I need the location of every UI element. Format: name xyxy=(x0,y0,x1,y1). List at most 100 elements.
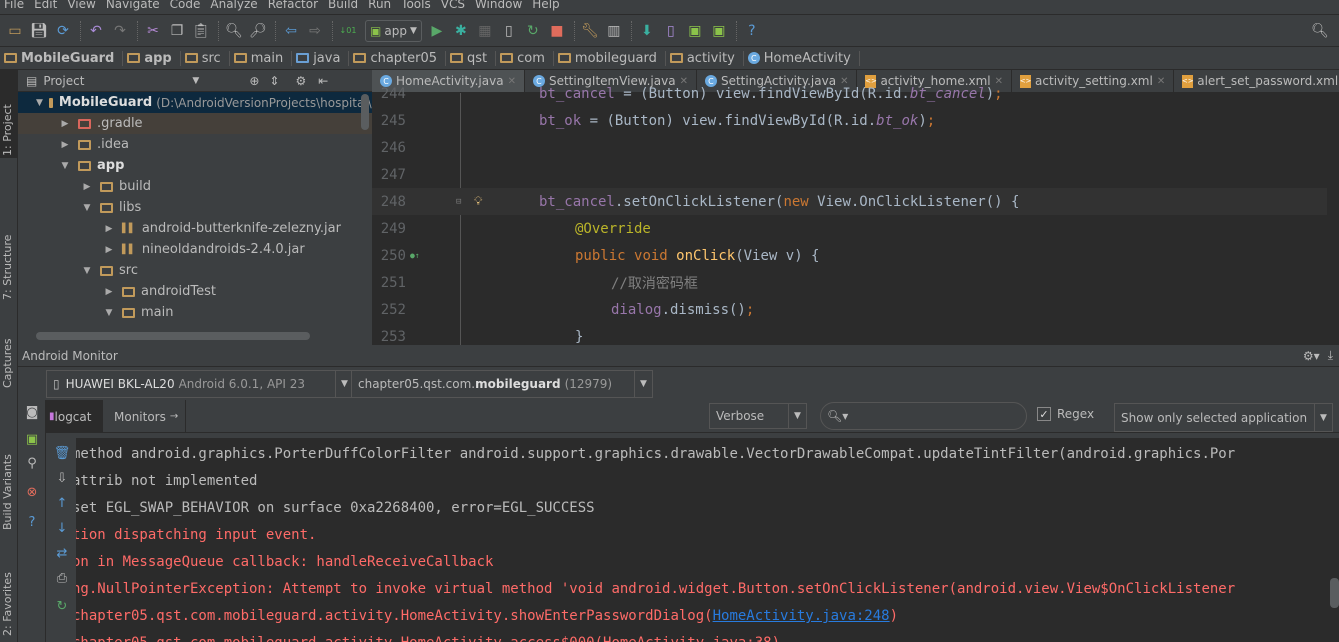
device-icon[interactable]: ▯ xyxy=(498,20,520,42)
project-structure-icon[interactable]: 🔧︎ xyxy=(579,20,601,42)
run-icon[interactable]: ▶ xyxy=(426,20,448,42)
undo-icon[interactable]: ↶ xyxy=(85,20,107,42)
process-select[interactable]: chapter05.qst.com. mobileguard (12979) ▼ xyxy=(351,370,653,398)
replace-icon[interactable]: 🔎︎ xyxy=(247,20,269,42)
menu-build[interactable]: Build xyxy=(324,0,364,13)
forward-icon[interactable]: ⇨ xyxy=(304,20,326,42)
hide-icon[interactable]: ⇤ xyxy=(318,74,328,88)
source-link[interactable]: HomeActivity.java:248 xyxy=(713,608,890,624)
chevron-down-icon[interactable]: ▼ xyxy=(192,76,199,86)
android-icon[interactable]: ▣ xyxy=(708,20,730,42)
print-icon[interactable]: ⎙ xyxy=(51,568,73,588)
tab-monitors[interactable]: Monitors → xyxy=(104,400,186,433)
debug-icon[interactable]: ✱ xyxy=(450,20,472,42)
clear-logcat-icon[interactable]: 🗑︎ xyxy=(51,443,73,463)
tree-item[interactable]: ▶ androidTest xyxy=(18,281,372,302)
collapse-all-icon[interactable]: ⇕ xyxy=(269,74,279,88)
tool-tab-captures[interactable]: Captures xyxy=(1,339,14,388)
hide-panel-icon[interactable]: ⤓ xyxy=(1328,348,1333,363)
copy-icon[interactable]: ❐ xyxy=(166,20,188,42)
fold-icon[interactable]: ⊟ xyxy=(456,197,461,207)
avd-manager-icon[interactable]: ▯ xyxy=(660,20,682,42)
menu-window[interactable]: Window xyxy=(471,0,528,13)
project-view-select[interactable]: Project xyxy=(43,74,84,88)
tree-item[interactable]: ▶ ▌▌ android-butterknife-zelezny.jar xyxy=(18,218,372,239)
menu-edit[interactable]: Edit xyxy=(30,0,63,13)
find-icon[interactable]: 🔍︎ xyxy=(223,20,245,42)
tree-item[interactable]: ▼ libs xyxy=(18,197,372,218)
intention-bulb-icon[interactable]: 💡︎ xyxy=(474,194,482,209)
menu-navigate[interactable]: Navigate xyxy=(102,0,166,13)
apply-changes-icon[interactable]: ↻ xyxy=(522,20,544,42)
tool-tab-build-variants[interactable]: Build Variants xyxy=(1,454,14,530)
expanded-arrow-icon[interactable]: ▼ xyxy=(58,161,72,171)
code-area[interactable]: 244 bt_cancel = (Button) view.findViewByI… xyxy=(372,86,1339,345)
help-icon[interactable]: ? xyxy=(21,512,43,532)
collapsed-arrow-icon[interactable]: ▶ xyxy=(80,182,94,192)
collapsed-arrow-icon[interactable]: ▶ xyxy=(58,140,72,150)
breadcrumb-item[interactable]: qst xyxy=(450,50,497,66)
up-icon[interactable]: ↑ xyxy=(51,493,73,513)
breadcrumb-item[interactable]: mobileguard xyxy=(557,50,666,66)
expanded-arrow-icon[interactable]: ▼ xyxy=(80,203,94,213)
breadcrumb-item[interactable]: C HomeActivity xyxy=(747,50,860,66)
tool-tab-structure[interactable]: 7: Structure xyxy=(1,235,14,300)
log-filter-select[interactable]: Show only selected application ▼ xyxy=(1114,403,1333,432)
restart-icon[interactable]: ↻ xyxy=(51,596,73,616)
run-config-select[interactable]: ▣ app ▼ xyxy=(365,19,422,42)
tree-item[interactable]: ▶ .idea xyxy=(18,134,372,155)
tab-logcat[interactable]: ▮ logcat xyxy=(46,400,103,433)
scroll-to-end-icon[interactable]: ⇩ xyxy=(51,468,73,488)
menu-run[interactable]: Run xyxy=(364,0,397,13)
vertical-scrollbar[interactable] xyxy=(1330,578,1339,608)
tree-item[interactable]: ▶ .gradle xyxy=(18,113,372,134)
tree-item[interactable]: ▼ main xyxy=(18,302,372,323)
sdk-download-icon[interactable]: ⬇ xyxy=(636,20,658,42)
sdk-manager-icon[interactable]: ▥ xyxy=(603,20,625,42)
breadcrumb-item[interactable]: chapter05 xyxy=(353,50,447,66)
screen-record-icon[interactable]: ▣ xyxy=(21,429,43,449)
tree-item[interactable]: ▶ build xyxy=(18,176,372,197)
horizontal-scrollbar[interactable] xyxy=(36,332,310,340)
tree-item[interactable]: ▶ ▌▌ nineoldandroids-2.4.0.jar xyxy=(18,239,372,260)
terminate-icon[interactable]: ⊗ xyxy=(21,482,43,502)
attach-icon[interactable]: ▦ xyxy=(474,20,496,42)
gear-icon[interactable]: ⚙ xyxy=(295,74,306,88)
breadcrumb-item[interactable]: main xyxy=(233,50,293,66)
vertical-scrollbar[interactable] xyxy=(361,94,369,130)
menu-tools[interactable]: Tools xyxy=(397,0,437,13)
breadcrumb-item[interactable]: java xyxy=(296,50,350,66)
breadcrumb-item[interactable]: app xyxy=(127,50,181,66)
breadcrumb-item[interactable]: src xyxy=(184,50,230,66)
breadcrumb-item[interactable]: MobileGuard xyxy=(4,50,124,66)
override-icon[interactable]: ●↑ xyxy=(410,251,420,260)
down-icon[interactable]: ↓ xyxy=(51,518,73,538)
paste-icon[interactable]: 📋︎ xyxy=(190,20,212,42)
soft-wrap-icon[interactable]: ⇄ xyxy=(51,543,73,563)
open-icon[interactable]: ▭ xyxy=(4,20,26,42)
make-icon[interactable]: ↓01 xyxy=(337,20,359,42)
menu-vcs[interactable]: VCS xyxy=(437,0,471,13)
collapsed-arrow-icon[interactable]: ▶ xyxy=(102,245,116,255)
collapsed-arrow-icon[interactable]: ▶ xyxy=(102,287,116,297)
expanded-arrow-icon[interactable]: ▼ xyxy=(80,266,94,276)
tool-tab-project[interactable]: 1: Project xyxy=(1,104,14,156)
save-icon[interactable]: 💾︎ xyxy=(28,20,50,42)
logcat-output[interactable]: chapter05.qst.com.mobileguard.activity.H… xyxy=(76,438,1339,642)
menu-help[interactable]: Help xyxy=(528,0,565,13)
stop-icon[interactable]: ■ xyxy=(546,20,568,42)
breadcrumb-item[interactable]: activity xyxy=(669,50,744,66)
tree-item[interactable]: ▼ src xyxy=(18,260,372,281)
android-device-monitor-icon[interactable]: ▣ xyxy=(684,20,706,42)
gear-icon[interactable]: ⚙▾ xyxy=(1303,349,1320,363)
redo-icon[interactable]: ↷ xyxy=(109,20,131,42)
expanded-arrow-icon[interactable]: ▼ xyxy=(36,98,43,108)
back-icon[interactable]: ⇦ xyxy=(280,20,302,42)
search-everywhere-icon[interactable]: 🔍︎ xyxy=(1309,20,1331,42)
tree-item[interactable]: ▼ MobileGuard (D:\AndroidVersionProjects\h… xyxy=(18,92,372,113)
help-icon[interactable]: ? xyxy=(741,20,763,42)
device-select[interactable]: ▯ HUAWEI BKL-AL20 Android 6.0.1, API 23 … xyxy=(46,370,354,398)
menu-refactor[interactable]: Refactor xyxy=(264,0,324,13)
breadcrumb-item[interactable]: com xyxy=(500,50,554,66)
expanded-arrow-icon[interactable]: ▼ xyxy=(102,308,116,318)
